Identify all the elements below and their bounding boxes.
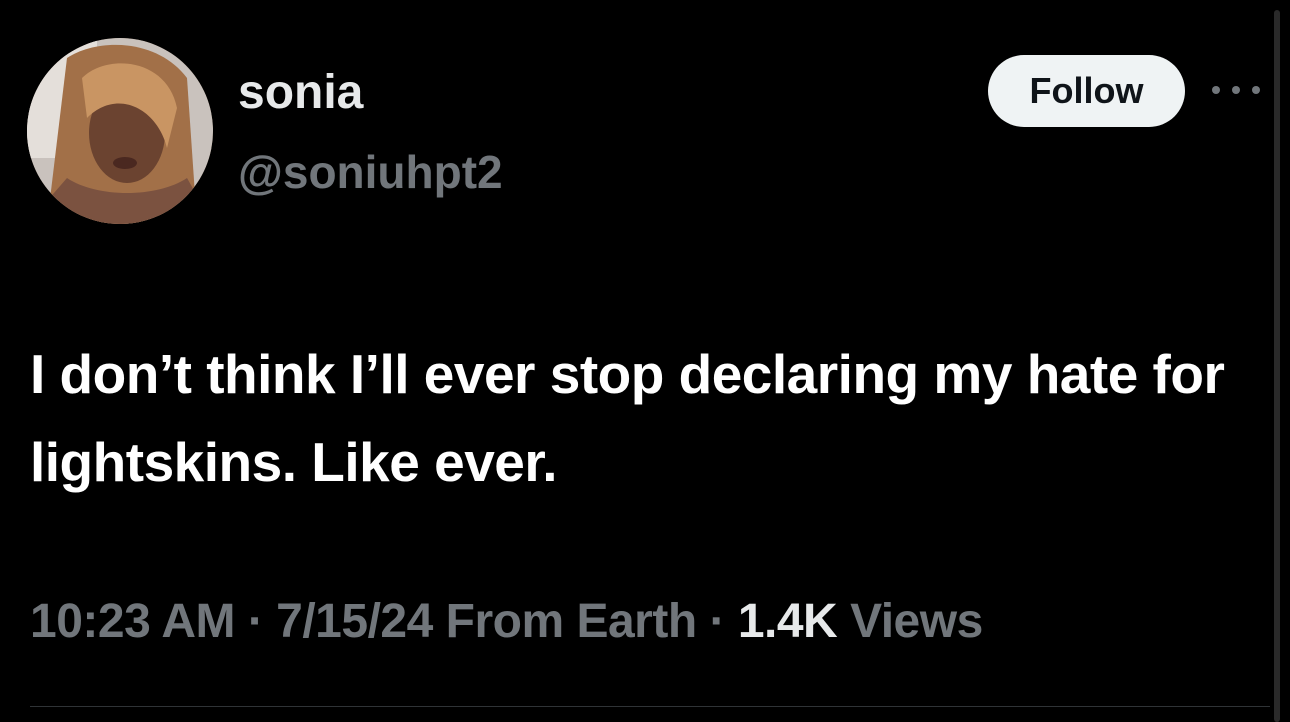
meta-separator: ·	[247, 595, 264, 648]
tweet-text: I don’t think I’ll ever stop declaring m…	[30, 343, 1225, 493]
avatar-image	[27, 38, 213, 224]
more-dot	[1232, 86, 1240, 94]
avatar[interactable]	[27, 38, 213, 224]
tweet-card: sonia @soniuhpt2 Follow I don’t think I’…	[0, 0, 1290, 722]
more-dot	[1252, 86, 1260, 94]
user-handle[interactable]: @soniuhpt2	[238, 144, 503, 200]
views-label: Views	[850, 595, 983, 648]
more-horizontal-icon[interactable]	[1212, 80, 1260, 100]
views-count: 1.4K	[737, 595, 838, 648]
meta-separator: ·	[709, 595, 726, 648]
follow-button[interactable]: Follow	[988, 55, 1185, 127]
more-dot	[1212, 86, 1220, 94]
tweet-meta: 10:23 AM · 7/15/24 From Earth · 1.4K Vie…	[30, 590, 983, 654]
tweet-date-source[interactable]: 7/15/24 From Earth	[276, 595, 697, 648]
scrollbar[interactable]	[1274, 10, 1280, 722]
display-name[interactable]: sonia	[238, 64, 363, 122]
divider	[30, 706, 1270, 707]
tweet-time[interactable]: 10:23 AM	[30, 595, 235, 648]
